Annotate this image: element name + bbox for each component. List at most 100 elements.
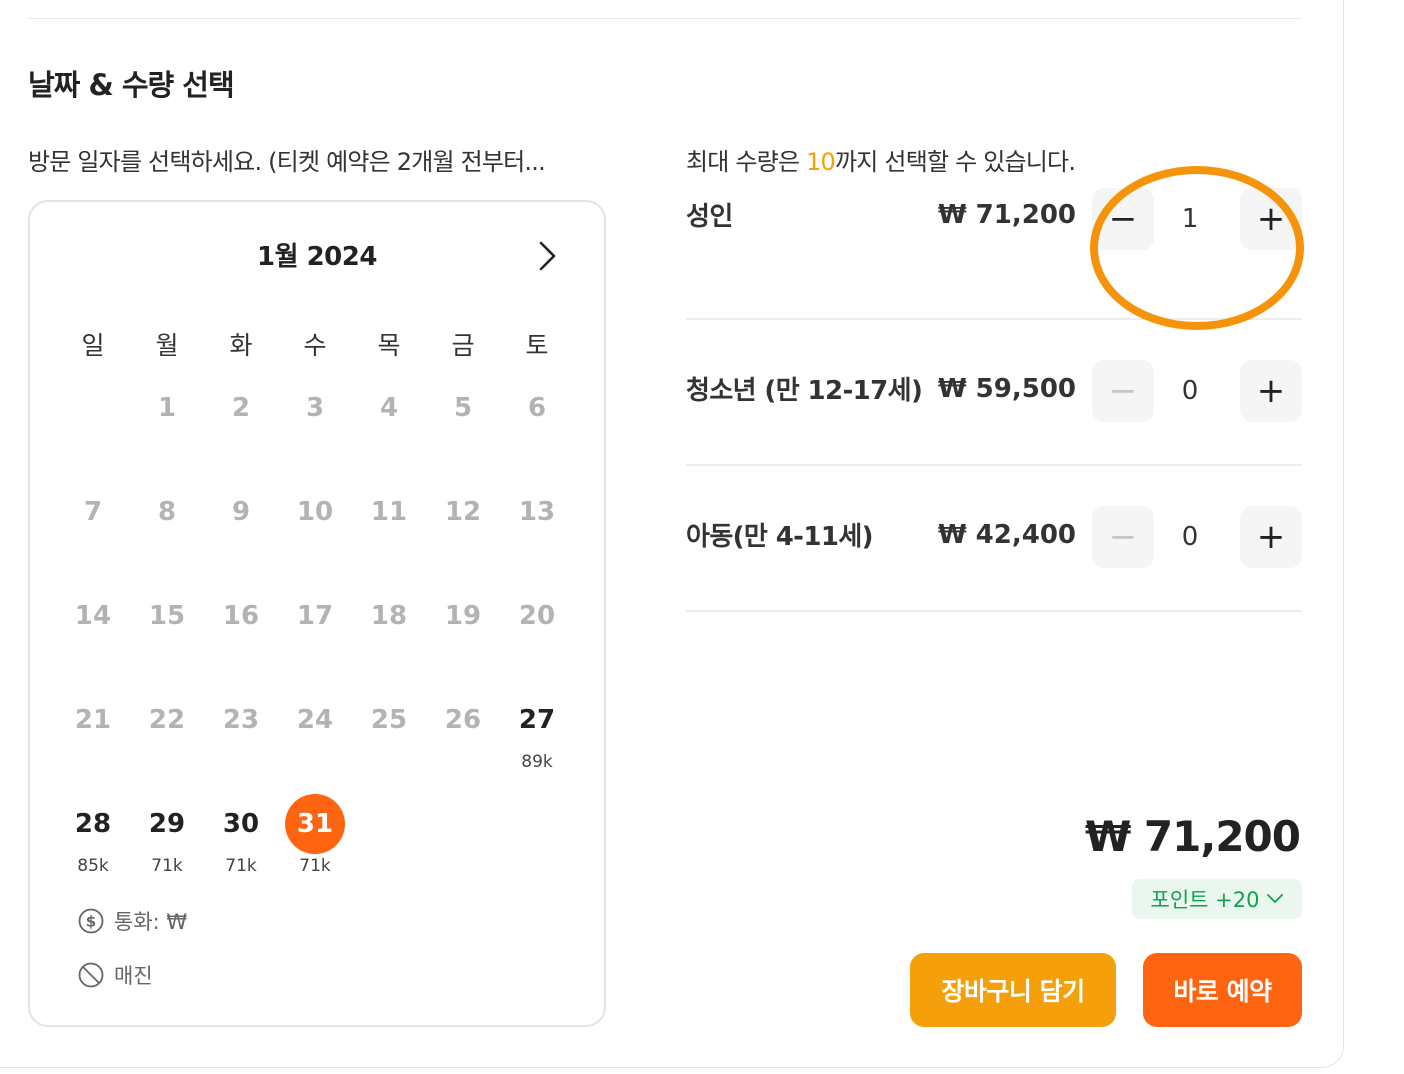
calendar-day: 15 xyxy=(137,586,197,646)
quantity-value: 1 xyxy=(1181,204,1199,234)
calendar-day: 14 xyxy=(63,586,123,646)
day-price: 89k xyxy=(521,752,553,772)
calendar-day: 7 xyxy=(63,482,123,542)
day-number: 3 xyxy=(305,393,325,423)
ticket-price: ₩ 42,400 xyxy=(937,520,1076,550)
svg-text:$: $ xyxy=(86,913,96,931)
calendar-day: 5 xyxy=(433,378,493,438)
day-number: 28 xyxy=(74,809,112,839)
weekday-tue: 화 xyxy=(229,331,253,360)
calendar-day: 1 xyxy=(137,378,197,438)
ticket-label: 청소년 (만 12-17세) xyxy=(686,376,923,406)
calendar-day: 10 xyxy=(285,482,345,542)
currency-label: 통화: ₩ xyxy=(114,910,188,934)
day-number: 30 xyxy=(222,809,260,839)
total-price: ₩ 71,200 xyxy=(1084,812,1301,861)
calendar-day: 8 xyxy=(137,482,197,542)
day-number: 22 xyxy=(148,705,186,735)
weekday-wed: 수 xyxy=(303,331,327,360)
chevron-right-icon xyxy=(539,241,556,271)
day-number: 17 xyxy=(296,601,334,631)
day-number: 2 xyxy=(231,393,251,423)
calendar-day: 23 xyxy=(211,690,271,750)
points-label: 포인트 +20 xyxy=(1150,888,1260,912)
calendar-day: 3 xyxy=(285,378,345,438)
decrease-button[interactable]: − xyxy=(1092,506,1154,568)
day-number: 14 xyxy=(74,601,112,631)
day-number: 5 xyxy=(453,393,473,423)
day-number: 8 xyxy=(157,497,177,527)
book-now-button[interactable]: 바로 예약 xyxy=(1143,953,1302,1027)
quantity-value: 0 xyxy=(1181,522,1199,552)
sold-out-label: 매진 xyxy=(114,964,153,988)
calendar-day: 21 xyxy=(63,690,123,750)
ticket-row-youth: 청소년 (만 12-17세) ₩ 59,500 − 0 + xyxy=(686,320,1302,466)
ticket-price: ₩ 59,500 xyxy=(937,374,1076,404)
decrease-button[interactable]: − xyxy=(1092,360,1154,422)
ticket-row-child: 아동(만 4-11세) ₩ 42,400 − 0 + xyxy=(686,466,1302,612)
visit-date-hint: 방문 일자를 선택하세요. (티켓 예약은 2개월 전부터... xyxy=(28,148,546,176)
calendar-day: 25 xyxy=(359,690,419,750)
day-number: 31 xyxy=(285,794,345,854)
day-number: 19 xyxy=(444,601,482,631)
day-number: 20 xyxy=(518,601,556,631)
day-number: 29 xyxy=(148,809,186,839)
increase-button[interactable]: + xyxy=(1240,360,1302,422)
row-divider xyxy=(686,610,1302,612)
calendar-day[interactable]: 29 71k xyxy=(137,794,197,876)
add-to-cart-button[interactable]: 장바구니 담기 xyxy=(910,953,1116,1027)
calendar-day: 22 xyxy=(137,690,197,750)
calendar-day[interactable]: 28 85k xyxy=(63,794,123,876)
calendar-day: 4 xyxy=(359,378,419,438)
ticket-label: 성인 xyxy=(686,202,733,232)
quantity-value: 0 xyxy=(1181,376,1199,406)
day-number: 15 xyxy=(148,601,186,631)
day-price: 85k xyxy=(77,856,109,876)
weekday-thu: 목 xyxy=(377,331,401,360)
sold-out-legend: 매진 xyxy=(78,960,153,990)
calendar-day: 26 xyxy=(433,690,493,750)
day-number: 27 xyxy=(518,705,556,735)
calendar-day: 6 xyxy=(507,378,567,438)
calendar-day: 2 xyxy=(211,378,271,438)
calendar-day[interactable]: 30 71k xyxy=(211,794,271,876)
top-divider xyxy=(28,18,1302,19)
max-quantity-note: 최대 수량은 10까지 선택할 수 있습니다. xyxy=(686,142,1076,177)
next-month-button[interactable] xyxy=(530,236,566,276)
calendar-day: 9 xyxy=(211,482,271,542)
weekday-fri: 금 xyxy=(451,331,475,360)
day-number: 25 xyxy=(370,705,408,735)
increase-button[interactable]: + xyxy=(1240,506,1302,568)
day-number: 16 xyxy=(222,601,260,631)
calendar: 1월 2024 일 월 화 수 목 금 토 1 2 3 4 5 6 7 8 9 10 11 12 13 1… xyxy=(28,200,606,1027)
calendar-day: 18 xyxy=(359,586,419,646)
calendar-day-selected[interactable]: 31 71k xyxy=(285,794,345,876)
day-number: 10 xyxy=(296,497,334,527)
day-price: 71k xyxy=(151,856,183,876)
calendar-day: 11 xyxy=(359,482,419,542)
day-number: 13 xyxy=(518,497,556,527)
currency-legend: $ 통화: ₩ xyxy=(78,906,187,936)
increase-button[interactable]: + xyxy=(1240,188,1302,250)
calendar-month-label: 1월 2024 xyxy=(257,242,377,272)
day-number: 21 xyxy=(74,705,112,735)
chevron-down-icon xyxy=(1267,894,1284,903)
calendar-day: 13 xyxy=(507,482,567,542)
day-number: 7 xyxy=(83,497,103,527)
calendar-day: 20 xyxy=(507,586,567,646)
prohibited-icon xyxy=(78,962,104,988)
points-badge[interactable]: 포인트 +20 xyxy=(1132,879,1302,919)
day-number: 11 xyxy=(370,497,408,527)
day-number: 12 xyxy=(444,497,482,527)
calendar-day: 16 xyxy=(211,586,271,646)
calendar-day[interactable]: 27 89k xyxy=(507,690,567,772)
day-number: 6 xyxy=(527,393,547,423)
calendar-day: 19 xyxy=(433,586,493,646)
ticket-price: ₩ 71,200 xyxy=(937,200,1076,230)
decrease-button[interactable]: − xyxy=(1092,188,1154,250)
ticket-row-adult: 성인 ₩ 71,200 − 1 + xyxy=(686,174,1302,320)
day-number: 4 xyxy=(379,393,399,423)
day-number: 23 xyxy=(222,705,260,735)
weekday-sun: 일 xyxy=(81,331,105,360)
day-price: 71k xyxy=(225,856,257,876)
